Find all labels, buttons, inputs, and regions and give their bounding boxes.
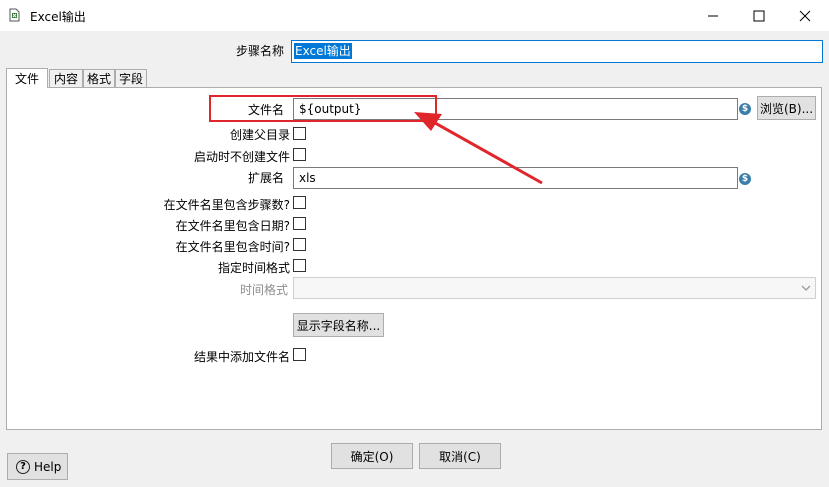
tab-file[interactable]: 文件 <box>6 68 48 88</box>
arrow-annotation <box>414 112 543 185</box>
